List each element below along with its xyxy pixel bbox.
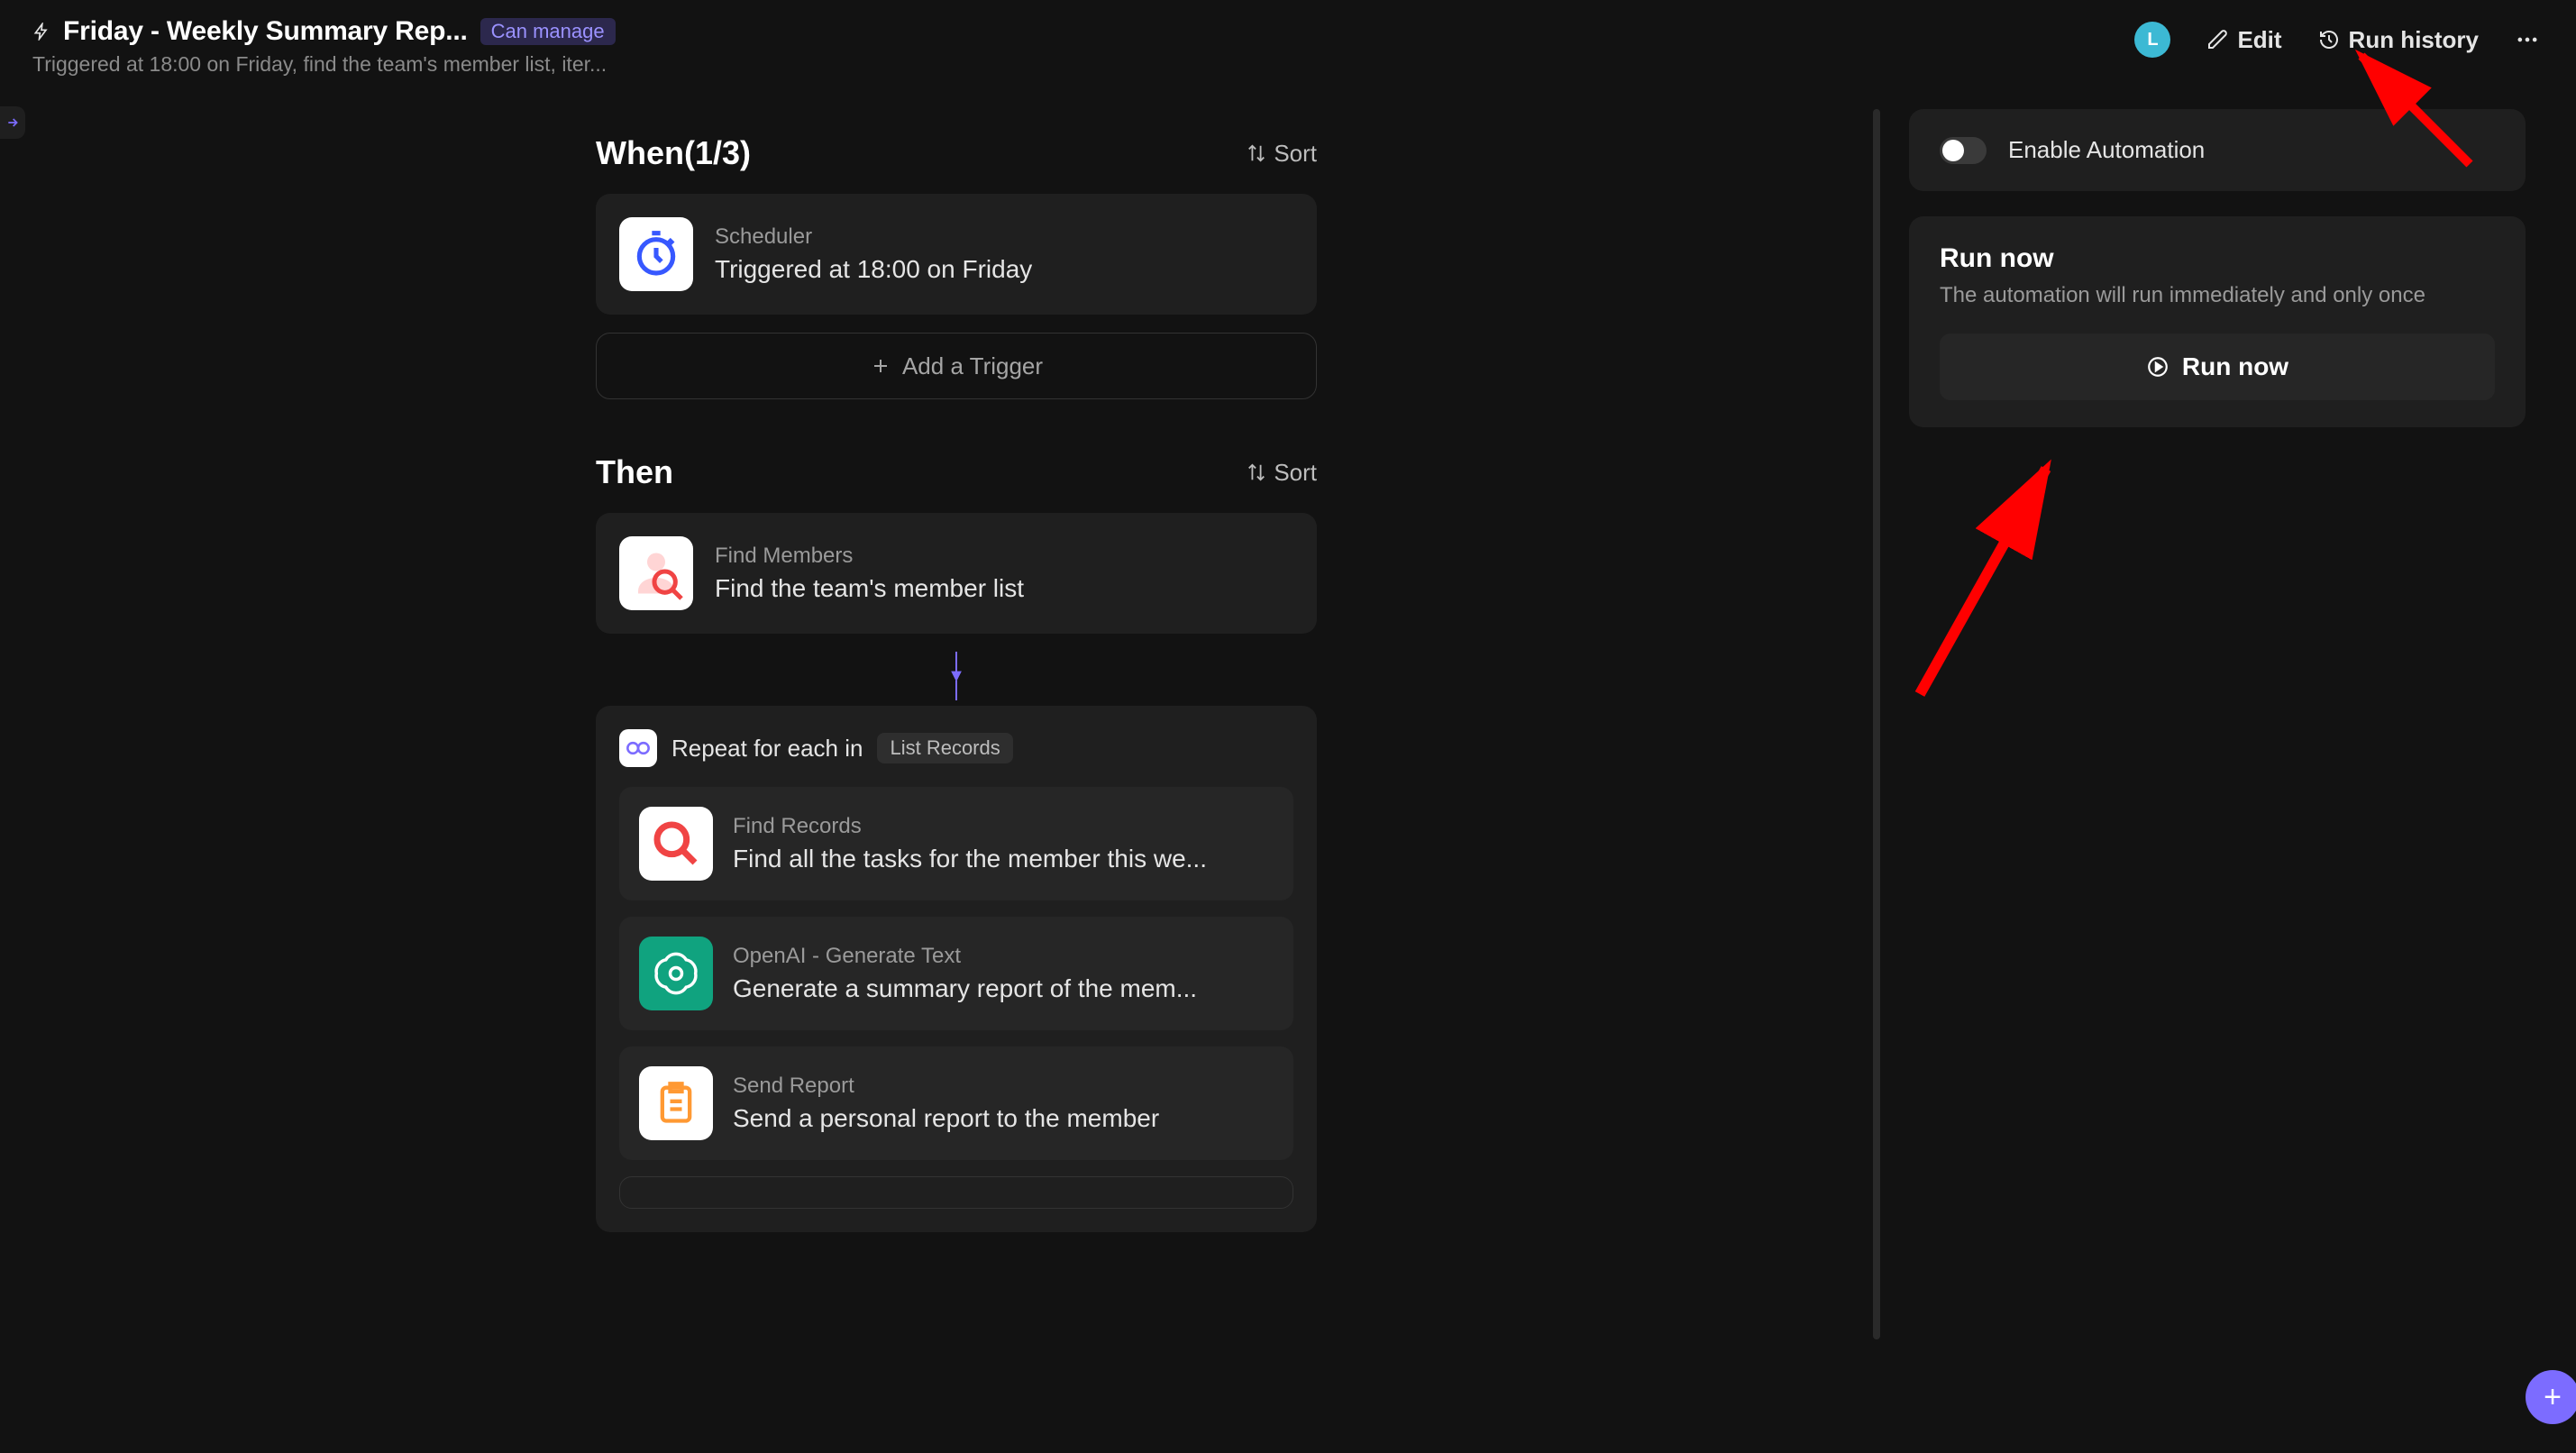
trigger-card-scheduler[interactable]: Scheduler Triggered at 18:00 on Friday — [596, 194, 1317, 315]
enable-automation-label: Enable Automation — [2008, 136, 2205, 164]
action-card-find-members[interactable]: Find Members Find the team's member list — [596, 513, 1317, 634]
run-history-button[interactable]: Run history — [2318, 26, 2479, 54]
more-icon[interactable] — [2515, 27, 2540, 52]
sort-label: Sort — [1274, 459, 1317, 487]
loop-icon — [619, 729, 657, 767]
sort-icon — [1247, 462, 1266, 482]
run-now-card: Run now The automation will run immediat… — [1909, 216, 2526, 427]
app-header: Friday - Weekly Summary Rep... Can manag… — [0, 0, 2576, 77]
trigger-desc: Triggered at 18:00 on Friday — [715, 255, 1032, 284]
fab-button[interactable]: + — [2526, 1370, 2576, 1424]
pencil-icon — [2206, 29, 2228, 50]
scheduler-icon — [619, 217, 693, 291]
add-loop-step[interactable] — [619, 1176, 1293, 1209]
loop-container[interactable]: Repeat for each in List Records Find Rec… — [596, 706, 1317, 1232]
run-now-title: Run now — [1940, 243, 2495, 274]
sort-icon — [1247, 143, 1266, 163]
permission-badge: Can manage — [480, 18, 616, 45]
history-icon — [2318, 29, 2340, 50]
find-members-icon — [619, 536, 693, 610]
send-report-icon — [639, 1066, 713, 1140]
header-left: Friday - Weekly Summary Rep... Can manag… — [32, 16, 616, 77]
flow-connector: ▼ — [596, 652, 1317, 700]
title-row: Friday - Weekly Summary Rep... Can manag… — [32, 16, 616, 47]
openai-icon — [639, 937, 713, 1010]
step-label: Send Report — [733, 1074, 1159, 1099]
find-records-icon — [639, 807, 713, 881]
run-history-label: Run history — [2349, 26, 2479, 54]
find-members-desc: Find the team's member list — [715, 574, 1024, 603]
loop-header: Repeat for each in List Records — [619, 729, 1293, 767]
avatar[interactable]: L — [2134, 22, 2170, 58]
plus-icon — [870, 355, 891, 377]
main-container: When(1/3) Sort Scheduler Triggered at 18… — [0, 77, 2576, 1447]
scrollbar-thumb[interactable] — [1873, 109, 1880, 1339]
step-desc: Send a personal report to the member — [733, 1104, 1159, 1133]
loop-step-openai[interactable]: OpenAI - Generate Text Generate a summar… — [619, 917, 1293, 1030]
page-subtitle: Triggered at 18:00 on Friday, find the t… — [32, 52, 616, 77]
add-trigger-label: Add a Trigger — [902, 352, 1043, 380]
loop-step-find-records[interactable]: Find Records Find all the tasks for the … — [619, 787, 1293, 900]
scrollbar[interactable] — [1869, 109, 1880, 1447]
then-section-header: Then Sort — [596, 453, 1317, 491]
sort-then-button[interactable]: Sort — [1247, 459, 1317, 487]
expand-sidebar-button[interactable] — [0, 106, 25, 139]
run-now-label: Run now — [2182, 352, 2288, 381]
loop-title: Repeat for each in — [671, 735, 863, 763]
step-desc: Find all the tasks for the member this w… — [733, 845, 1207, 873]
loop-badge: List Records — [877, 733, 1012, 763]
sort-label: Sort — [1274, 140, 1317, 168]
run-now-subtitle: The automation will run immediately and … — [1940, 283, 2495, 308]
find-members-label: Find Members — [715, 544, 1024, 569]
when-title: When(1/3) — [596, 134, 751, 172]
when-section-header: When(1/3) Sort — [596, 134, 1317, 172]
edit-button[interactable]: Edit — [2206, 26, 2281, 54]
lightning-icon — [32, 23, 50, 41]
enable-automation-toggle[interactable] — [1940, 137, 1987, 164]
then-title: Then — [596, 453, 673, 491]
step-label: Find Records — [733, 814, 1207, 839]
step-label: OpenAI - Generate Text — [733, 944, 1197, 969]
page-title: Friday - Weekly Summary Rep... — [63, 16, 468, 47]
loop-step-send-report[interactable]: Send Report Send a personal report to th… — [619, 1046, 1293, 1160]
add-trigger-button[interactable]: Add a Trigger — [596, 333, 1317, 399]
chevron-right-icon — [5, 115, 20, 130]
sort-when-button[interactable]: Sort — [1247, 140, 1317, 168]
run-now-button[interactable]: Run now — [1940, 334, 2495, 400]
side-panel: Enable Automation Run now The automation… — [1909, 109, 2558, 1447]
enable-automation-card: Enable Automation — [1909, 109, 2526, 191]
step-desc: Generate a summary report of the mem... — [733, 974, 1197, 1003]
trigger-label: Scheduler — [715, 224, 1032, 250]
edit-label: Edit — [2237, 26, 2281, 54]
workflow-canvas: When(1/3) Sort Scheduler Triggered at 18… — [32, 109, 1880, 1447]
play-circle-icon — [2146, 355, 2170, 379]
header-right: L Edit Run history — [2134, 16, 2540, 58]
